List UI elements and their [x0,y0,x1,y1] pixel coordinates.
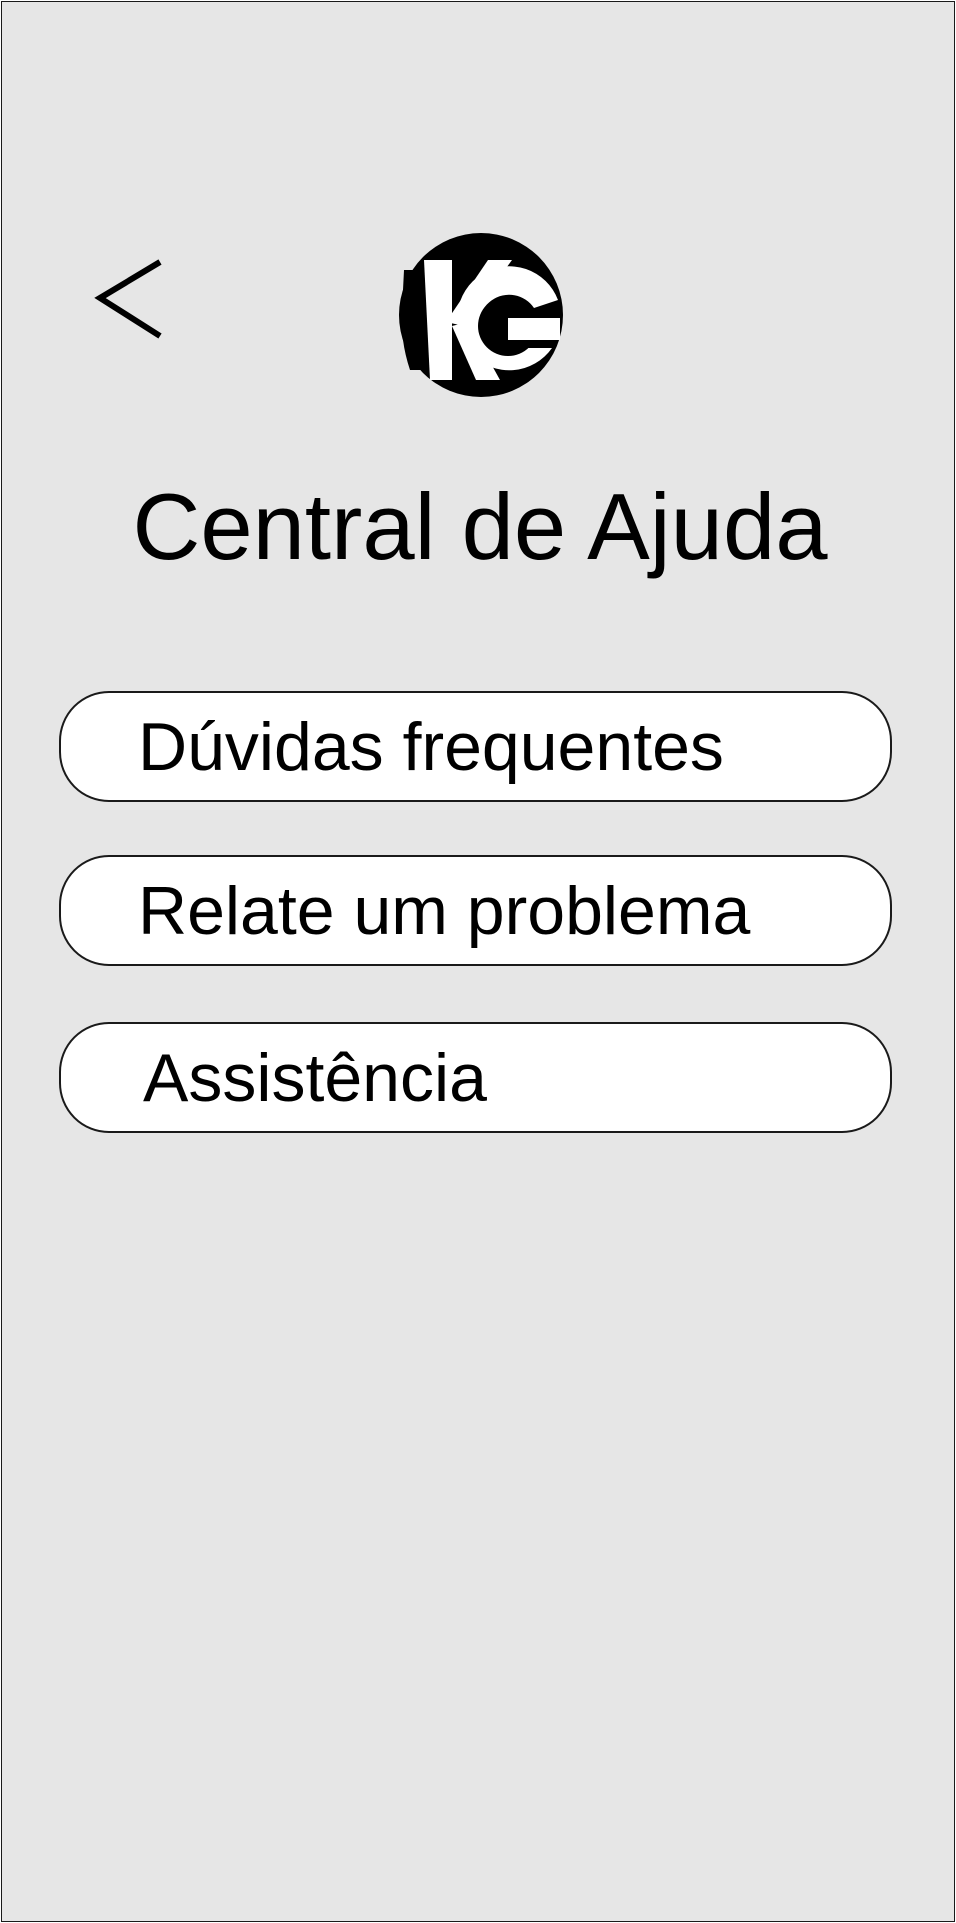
chevron-left-icon [94,259,162,339]
help-center-screen: Central de Ajuda Dúvidas frequentes Rela… [1,1,955,1922]
assistance-button[interactable]: Assistência [59,1022,892,1133]
page-title: Central de Ajuda [132,474,828,579]
faq-button-label: Dúvidas frequentes [138,708,724,785]
faq-button[interactable]: Dúvidas frequentes [59,691,892,802]
kg-logo [396,230,566,400]
report-problem-button[interactable]: Relate um problema [59,855,892,966]
back-button[interactable] [94,256,166,342]
report-problem-button-label: Relate um problema [138,872,751,949]
assistance-button-label: Assistência [143,1039,487,1116]
